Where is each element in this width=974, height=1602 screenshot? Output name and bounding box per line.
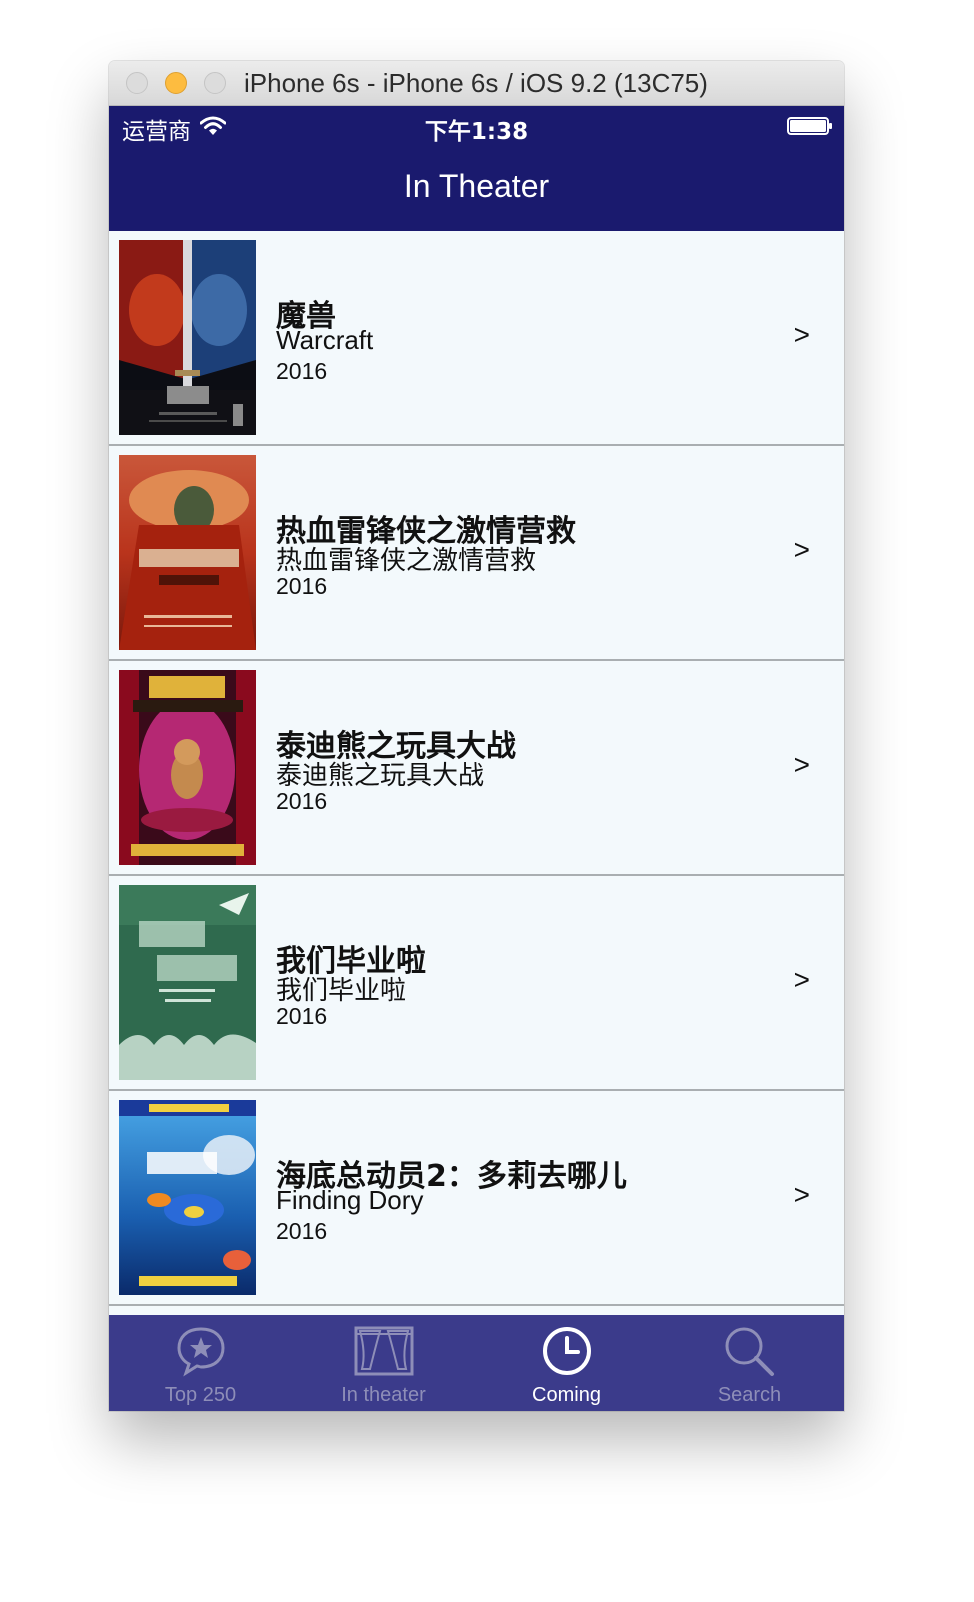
disclosure-chevron-icon: > — [793, 319, 810, 350]
movie-year: 2016 — [276, 1003, 328, 1029]
movie-row[interactable]: 热血雷锋侠之激情营救 热血雷锋侠之激情营救 2016 > — [109, 446, 844, 661]
movie-row[interactable]: 泰迪熊之玩具大战 泰迪熊之玩具大战 2016 > — [109, 661, 844, 876]
star-bubble-icon — [177, 1327, 225, 1377]
movie-list[interactable]: 魔兽 Warcraft 2016 > 热血雷锋侠之激情营救 热血雷锋侠之激情营救… — [109, 231, 844, 1315]
tab-label: Coming — [532, 1384, 601, 1406]
movie-year: 2016 — [276, 788, 328, 814]
movie-poster — [119, 670, 256, 865]
simulator-window: iPhone 6s - iPhone 6s / iOS 9.2 (13C75) … — [109, 61, 844, 1411]
movie-subtitle: 泰迪熊之玩具大战 — [276, 760, 485, 790]
window-titlebar: iPhone 6s - iPhone 6s / iOS 9.2 (13C75) — [109, 61, 844, 106]
zoom-window-button[interactable] — [204, 72, 226, 94]
tab-coming[interactable]: Coming — [475, 1315, 658, 1411]
close-window-button[interactable] — [126, 72, 148, 94]
movie-year: 2016 — [276, 358, 328, 384]
movie-row[interactable]: 魔兽 Warcraft 2016 > — [109, 231, 844, 446]
tab-label: In theater — [341, 1384, 426, 1406]
tab-search[interactable]: Search — [658, 1315, 841, 1411]
tab-in-theater[interactable]: In theater — [292, 1315, 475, 1411]
movie-poster — [119, 455, 256, 650]
movie-poster — [119, 885, 256, 1080]
status-bar: 运营商 下午1:38 — [109, 106, 844, 146]
page-title: In Theater — [403, 168, 550, 204]
disclosure-chevron-icon: > — [793, 964, 810, 995]
movie-subtitle: 我们毕业啦 — [276, 975, 407, 1005]
movie-subtitle: Warcraft — [276, 325, 374, 355]
theater-curtain-icon — [354, 1326, 414, 1376]
navigation-bar: In Theater — [109, 146, 844, 231]
movie-row[interactable]: 我们毕业啦 我们毕业啦 2016 > — [109, 876, 844, 1091]
battery-icon — [787, 117, 832, 135]
tab-top-250[interactable]: Top 250 — [109, 1315, 292, 1411]
tab-label: Top 250 — [164, 1384, 237, 1406]
status-time: 下午1:38 — [424, 119, 529, 145]
movie-poster — [119, 1100, 256, 1295]
movie-year: 2016 — [276, 573, 328, 599]
movie-year: 2016 — [276, 1218, 328, 1244]
disclosure-chevron-icon: > — [793, 534, 810, 565]
minimize-window-button[interactable] — [165, 72, 187, 94]
search-icon — [725, 1327, 774, 1376]
disclosure-chevron-icon: > — [793, 749, 810, 780]
movie-subtitle: Finding Dory — [276, 1185, 424, 1215]
tab-bar: Top 250 In theater Coming Search — [109, 1315, 844, 1411]
movie-row[interactable]: 海底总动员2：多莉去哪儿 Finding Dory 2016 > — [109, 1091, 844, 1306]
movie-poster — [119, 240, 256, 435]
movie-subtitle: 热血雷锋侠之激情营救 — [276, 545, 537, 575]
tab-label: Search — [717, 1384, 782, 1406]
clock-icon — [543, 1327, 591, 1375]
window-title: iPhone 6s - iPhone 6s / iOS 9.2 (13C75) — [244, 68, 708, 98]
disclosure-chevron-icon: > — [793, 1179, 810, 1210]
